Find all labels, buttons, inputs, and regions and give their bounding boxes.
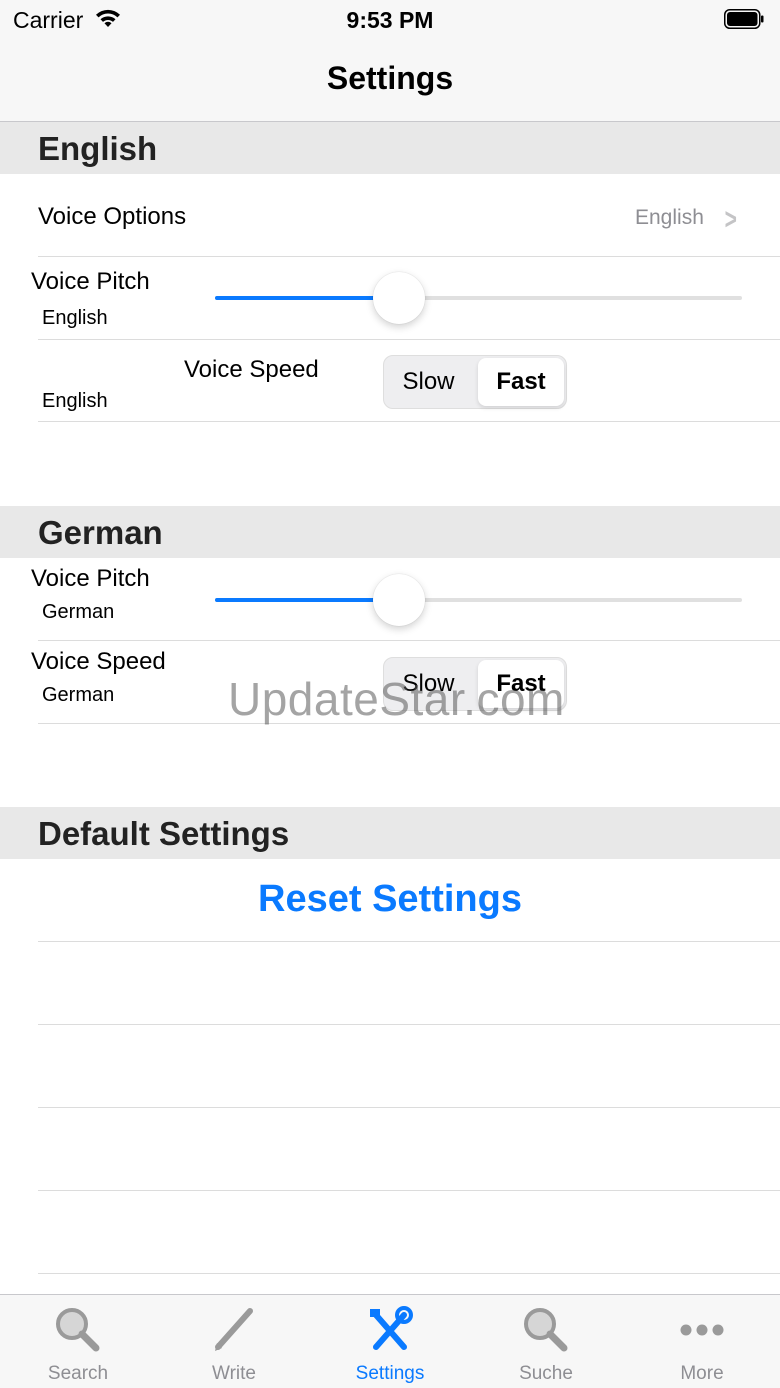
segment-slow[interactable]: Slow xyxy=(384,356,473,408)
section-header-german: German xyxy=(0,506,780,558)
tab-label: Suche xyxy=(519,1363,573,1384)
tools-icon xyxy=(370,1306,413,1350)
voice-options-label: Voice Options xyxy=(38,203,187,230)
tab-more[interactable]: More xyxy=(624,1295,780,1388)
magnifier-icon xyxy=(56,1308,100,1352)
tab-label: Settings xyxy=(355,1363,425,1384)
tab-label: Search xyxy=(47,1363,109,1384)
tab-settings[interactable]: Settings xyxy=(312,1295,468,1388)
divider xyxy=(38,640,780,641)
pencil-icon xyxy=(215,1308,253,1351)
voice-pitch-label: Voice Pitch xyxy=(31,565,150,592)
divider xyxy=(38,1273,780,1274)
navigation-bar: Settings xyxy=(0,40,780,122)
english-pitch-slider-thumb[interactable] xyxy=(373,272,426,324)
more-dots-icon xyxy=(680,1324,724,1336)
section-title: English xyxy=(38,130,158,167)
voice-options-value: English xyxy=(635,206,704,229)
tab-label: Write xyxy=(212,1363,256,1384)
german-pitch-slider-thumb[interactable] xyxy=(373,574,426,626)
english-speed-segmented-control[interactable]: Slow Fast xyxy=(383,355,567,409)
divider xyxy=(38,1190,780,1191)
status-time: 9:53 PM xyxy=(346,7,434,33)
divider xyxy=(38,1024,780,1025)
magnifier-icon xyxy=(524,1308,568,1352)
reset-settings-button[interactable]: Reset Settings xyxy=(0,878,780,921)
segment-fast[interactable]: Fast xyxy=(478,358,564,406)
battery-icon xyxy=(724,9,764,29)
tab-search[interactable]: Search xyxy=(0,1295,156,1388)
english-pitch-slider[interactable] xyxy=(215,296,742,300)
divider xyxy=(38,941,780,942)
watermark: UpdateStar.com xyxy=(228,673,565,725)
voice-pitch-sublabel: English xyxy=(42,307,108,329)
section-header-default: Default Settings xyxy=(0,807,780,859)
chevron-right-icon: > xyxy=(724,203,737,236)
voice-speed-sublabel: German xyxy=(42,684,115,706)
tab-label: More xyxy=(680,1363,724,1384)
voice-speed-sublabel: English xyxy=(42,390,108,412)
slider-fill xyxy=(215,296,400,300)
voice-pitch-sublabel: German xyxy=(42,601,115,623)
voice-pitch-label: Voice Pitch xyxy=(31,268,150,295)
divider xyxy=(38,421,780,422)
tab-suche[interactable]: Suche xyxy=(468,1295,624,1388)
slider-fill xyxy=(215,598,400,602)
tab-bar: Search Write Settings Suche More xyxy=(0,1294,780,1388)
divider xyxy=(38,339,780,340)
section-header-english: English xyxy=(0,122,780,174)
divider xyxy=(38,256,780,257)
section-title: German xyxy=(38,514,163,551)
german-pitch-slider[interactable] xyxy=(215,598,742,602)
divider xyxy=(38,1107,780,1108)
tab-write[interactable]: Write xyxy=(156,1295,312,1388)
page-title: Settings xyxy=(326,60,454,96)
voice-speed-label: Voice Speed xyxy=(31,648,166,675)
status-bar: Carrier 9:53 PM xyxy=(0,0,780,40)
section-title: Default Settings xyxy=(38,815,290,852)
voice-speed-label: Voice Speed xyxy=(184,356,319,383)
